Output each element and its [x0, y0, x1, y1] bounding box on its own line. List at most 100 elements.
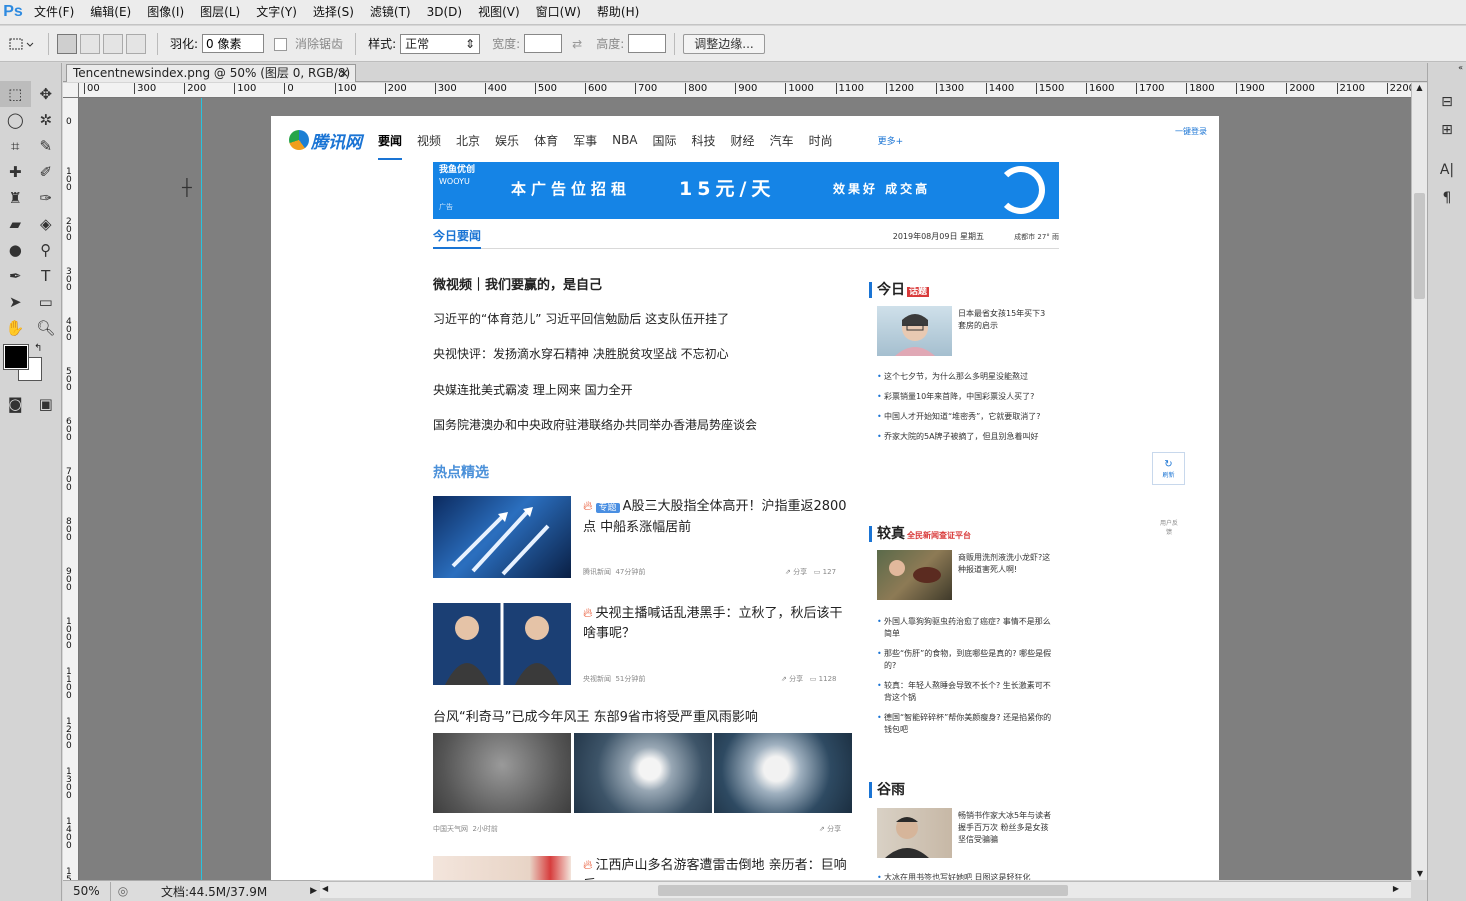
marquee-preset-icon[interactable]	[0, 36, 40, 52]
today-title[interactable]: 今日要闻	[433, 227, 482, 249]
nav-video[interactable]: 视频	[417, 132, 441, 149]
topic-list-item[interactable]: 中国人才开始知道“堆密秀”，它就要取消了?	[877, 411, 1057, 423]
new-selection-icon[interactable]	[57, 33, 77, 54]
lasso-icon[interactable]: ◯	[0, 107, 31, 133]
menu-image[interactable]: 图像(I)	[139, 0, 192, 25]
eraser-icon[interactable]: ▰	[0, 211, 31, 237]
verify-list-item[interactable]: 德国“智能碎碎杯”帮你美颜瘦身? 还是掐紧你的钱包吧	[877, 712, 1057, 736]
nav-beijing[interactable]: 北京	[456, 132, 480, 149]
close-icon[interactable]: ×	[339, 65, 349, 81]
headline-1[interactable]: 习近平的“体育范儿” 习近平回信勉励后 这支队伍开挂了	[433, 310, 729, 327]
nav-auto[interactable]: 汽车	[770, 132, 794, 149]
news-title-3[interactable]: 台风“利奇马”已成今年风王 东部9省市将受严重风雨影响	[433, 708, 873, 728]
properties-panel-icon[interactable]: ⊞	[1428, 117, 1466, 143]
topic-thumb[interactable]	[877, 306, 952, 356]
nav-ent[interactable]: 娱乐	[495, 132, 519, 149]
menu-3d[interactable]: 3D(D)	[419, 0, 470, 25]
move-icon[interactable]: ✥	[31, 81, 62, 107]
nav-military[interactable]: 军事	[573, 132, 597, 149]
news-image-4[interactable]	[433, 856, 571, 880]
topic-list-item[interactable]: 这个七夕节，为什么那么多明星没能熬过	[877, 371, 1057, 383]
menu-filter[interactable]: 滤镜(T)	[362, 0, 419, 25]
comment-count[interactable]: 1128	[819, 675, 837, 683]
site-logo[interactable]: 腾讯网	[289, 128, 362, 153]
nav-finance[interactable]: 财经	[731, 132, 755, 149]
guyu-thumb-text[interactable]: 畅销书作家大冰5年与读者握手百万次 粉丝多是女孩坚信受骗骗	[958, 810, 1052, 846]
news-title-4[interactable]: 🔥︎江西庐山多名游客遭雷击倒地 亲历者：巨响后	[583, 856, 853, 880]
menu-edit[interactable]: 编辑(E)	[82, 0, 139, 25]
horizontal-scrollbar[interactable]: ◀ ▶	[320, 881, 1411, 898]
width-input[interactable]	[524, 34, 563, 53]
comment-count[interactable]: 127	[823, 568, 836, 576]
subtract-selection-icon[interactable]	[103, 33, 123, 54]
guide-line[interactable]	[201, 98, 202, 880]
horizontal-ruler[interactable]: 00 300 200 100 0 100 200 300 400 500 600 700 800 900 1…	[79, 83, 1411, 98]
clone-stamp-icon[interactable]: ♜	[0, 185, 31, 211]
nav-fashion[interactable]: 时尚	[809, 132, 833, 149]
ad-banner[interactable]: 我鱼优创 WOOYU 广告 本广告位招租 15元/天 效果好 成交高	[433, 162, 1059, 219]
type-icon[interactable]: T	[31, 263, 62, 289]
verify-list-item[interactable]: 外国人靠狗狗驱虫药治愈了癌症? 事情不是那么简单	[877, 616, 1057, 640]
nav-more[interactable]: 更多+	[878, 134, 904, 147]
menu-help[interactable]: 帮助(H)	[589, 0, 647, 25]
news-image-anchors[interactable]	[433, 603, 571, 685]
intersect-selection-icon[interactable]	[126, 33, 146, 54]
panel-grip[interactable]	[0, 63, 61, 81]
headline-4[interactable]: 国务院港澳办和中央政府驻港联络办共同举办香港局势座谈会	[433, 416, 757, 433]
refine-edge-button[interactable]: 调整边缘...	[683, 33, 765, 54]
path-select-icon[interactable]: ➤	[0, 289, 31, 315]
canvas-area[interactable]: ┼ 腾讯网 要闻 视频 北京 娱乐 体育 军事 NBA 国际 科技 财经 汽车 …	[79, 98, 1411, 880]
topic-thumb-text[interactable]: 日本最省女孩15年买下3套房的启示	[958, 308, 1052, 332]
headline-3[interactable]: 央媒连批美式霸凌 理上网来 国力全开	[433, 381, 633, 398]
headline-2[interactable]: 央视快评：发扬滴水穿石精神 决胜脱贫攻坚战 不忘初心	[433, 345, 729, 362]
antialias-checkbox[interactable]	[274, 37, 291, 51]
guyu-list-item[interactable]: 大冰在用书签也写好她吧 日图这是轻狂化	[877, 872, 1057, 880]
comment-icon[interactable]: ▭	[810, 675, 817, 683]
top-headline[interactable]: 微视频｜我们要赢的，是自己	[433, 274, 602, 293]
height-input[interactable]	[628, 34, 667, 53]
scroll-left-icon[interactable]: ◀	[322, 884, 328, 893]
nav-yaowen[interactable]: 要闻	[378, 132, 403, 160]
share-icon[interactable]: ⇗	[785, 568, 791, 576]
swap-colors-icon[interactable]: ↰	[34, 343, 42, 354]
share-icon[interactable]: ⇗	[781, 675, 787, 683]
nav-sports[interactable]: 体育	[534, 132, 558, 149]
typhoon-image-2[interactable]	[574, 733, 712, 813]
news-title-2[interactable]: 🔥︎ 央视主播喊话乱港黑手：立秋了，秋后该干啥事呢？	[583, 604, 853, 644]
verify-thumb-text[interactable]: 商贩用洗剂液洗小龙虾?这种报道害死人啊!	[958, 552, 1052, 576]
feedback-link[interactable]: 用户反馈	[1159, 518, 1179, 536]
dodge-icon[interactable]: ⚲	[31, 237, 62, 263]
login-link[interactable]: 一键登录	[1175, 126, 1207, 137]
comment-icon[interactable]: ▭	[814, 568, 821, 576]
typhoon-image-3[interactable]	[714, 733, 852, 813]
share-label[interactable]: 分享	[789, 675, 803, 683]
zoom-level[interactable]: 50%	[63, 881, 111, 901]
document-tab[interactable]: Tencentnewsindex.png @ 50% (图层 0, RGB/8)…	[66, 64, 356, 96]
share-label[interactable]: 分享	[827, 825, 841, 833]
magic-wand-icon[interactable]: ✲	[31, 107, 62, 133]
crop-icon[interactable]: ⌗	[0, 133, 31, 159]
menu-window[interactable]: 窗口(W)	[528, 0, 589, 25]
menu-type[interactable]: 文字(Y)	[248, 0, 305, 25]
pen-icon[interactable]: ✒	[0, 263, 31, 289]
horizontal-scroll-thumb[interactable]	[658, 885, 1068, 896]
topic-list-item[interactable]: 彩票销量10年来首降，中国彩票没人买了?	[877, 391, 1057, 403]
menu-select[interactable]: 选择(S)	[305, 0, 362, 25]
zoom-icon[interactable]: 🔍︎	[31, 315, 62, 341]
paragraph-panel-icon[interactable]: ¶	[1428, 185, 1466, 211]
status-info-icon[interactable]: ◎	[111, 884, 135, 898]
rect-marquee-icon[interactable]: ⬚	[0, 81, 31, 107]
topic-list-item[interactable]: 乔家大院的5A牌子被摘了，但且别急着叫好	[877, 431, 1057, 443]
vertical-scrollbar[interactable]: ▲ ▼	[1411, 83, 1427, 880]
healing-brush-icon[interactable]: ✚	[0, 159, 31, 185]
menu-file[interactable]: 文件(F)	[26, 0, 82, 25]
blur-icon[interactable]: ●	[0, 237, 31, 263]
scroll-down-icon[interactable]: ▼	[1412, 869, 1428, 878]
share-label[interactable]: 分享	[793, 568, 807, 576]
vertical-scroll-thumb[interactable]	[1414, 193, 1425, 299]
menu-layer[interactable]: 图层(L)	[192, 0, 248, 25]
menu-view[interactable]: 视图(V)	[470, 0, 528, 25]
ruler-corner[interactable]	[63, 83, 79, 98]
verify-list-item[interactable]: 那些“伤肝”的食物，到底哪些是真的? 哪些是假的?	[877, 648, 1057, 672]
vertical-ruler[interactable]: 0 100 200 300 400 500 600 700 800 900 1000 1100 1200…	[63, 98, 79, 880]
